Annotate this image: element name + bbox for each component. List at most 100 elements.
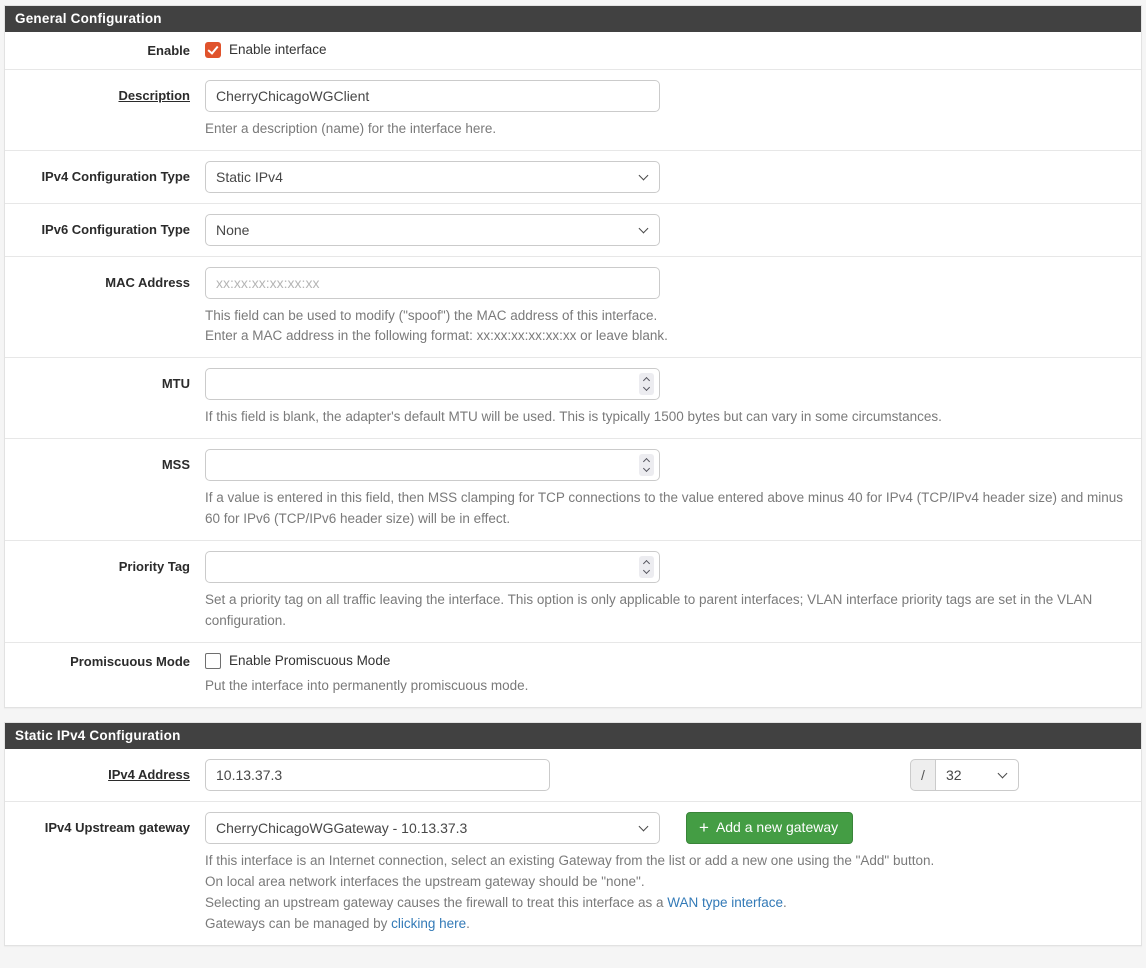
description-help-text: Enter a description (name) for the inter… <box>205 119 1131 140</box>
field-label-ipv4-upstream-gateway: IPv4 Upstream gateway <box>5 812 190 935</box>
mss-number-field <box>205 449 660 481</box>
help-line: Set a priority tag on all traffic leavin… <box>205 590 1131 632</box>
help-line: Selecting an upstream gateway causes the… <box>205 893 1131 914</box>
help-text-segment: Gateways can be managed by <box>205 916 391 931</box>
priority-tag-help-text: Set a priority tag on all traffic leavin… <box>205 590 1131 632</box>
description-input[interactable] <box>205 80 660 112</box>
panel-body: Enable Enable interface Description Enter a… <box>5 32 1141 707</box>
field-label-ipv4-configuration-type: IPv4 Configuration Type <box>5 161 190 193</box>
help-line: Enter a description (name) for the inter… <box>205 119 1131 140</box>
ipv4-upstream-gateway-help-text: If this interface is an Internet connect… <box>205 851 1131 935</box>
mask-prefix-addon: / <box>910 759 935 791</box>
help-text-segment: . <box>466 916 470 931</box>
help-text-segment: Selecting an upstream gateway causes the… <box>205 895 667 910</box>
field-content-ipv4-configuration-type: Static IPv4 <box>190 161 1131 193</box>
field-label-priority-tag: Priority Tag <box>5 551 190 632</box>
ipv4-configuration-type-dropdown-select[interactable]: Static IPv4 <box>205 161 660 193</box>
gateway-line: CherryChicagoWGGateway - 10.13.37.3 + Add … <box>205 812 1131 844</box>
field-content-ipv4-address: /32 <box>190 759 1131 791</box>
form-row-ipv4-upstream-gateway: IPv4 Upstream gateway CherryChicagoWGGate… <box>5 801 1141 945</box>
priority-tag-input[interactable] <box>205 551 660 583</box>
add-gateway-button[interactable]: + Add a new gateway <box>686 812 853 844</box>
mac-address-help-text: This field can be used to modify ("spoof… <box>205 306 1131 348</box>
help-line: This field can be used to modify ("spoof… <box>205 306 1131 327</box>
help-text-segment: . <box>783 895 787 910</box>
help-line: If this interface is an Internet connect… <box>205 851 1131 872</box>
enable-checkbox-label[interactable]: Enable interface <box>229 42 327 57</box>
ipv4-upstream-gateway-dropdown-select[interactable]: CherryChicagoWGGateway - 10.13.37.3 <box>205 812 660 844</box>
priority-tag-number-field <box>205 551 660 583</box>
help-link-clicking-here[interactable]: clicking here <box>391 916 466 931</box>
spinner-down-icon <box>643 567 650 574</box>
help-line: On local area network interfaces the ups… <box>205 872 1131 893</box>
promiscuous-mode-checkbox-label[interactable]: Enable Promiscuous Mode <box>229 653 390 668</box>
mtu-input[interactable] <box>205 368 660 400</box>
field-content-mac-address: This field can be used to modify ("spoof… <box>190 267 1131 348</box>
help-line: Put the interface into permanently promi… <box>205 676 1131 697</box>
help-line: Gateways can be managed by clicking here… <box>205 914 1131 935</box>
field-content-description: Enter a description (name) for the inter… <box>190 80 1131 140</box>
help-text-segment: On local area network interfaces the ups… <box>205 874 645 889</box>
number-spinner[interactable] <box>639 556 654 578</box>
ipv6-configuration-type-dropdown: None <box>205 214 660 246</box>
field-content-priority-tag: Set a priority tag on all traffic leavin… <box>190 551 1131 632</box>
panel-title: General Configuration <box>5 6 1141 32</box>
panel-general-configuration: General Configuration Enable Enable inter… <box>4 5 1142 708</box>
mac-address-input[interactable] <box>205 267 660 299</box>
ipv4-upstream-gateway-dropdown: CherryChicagoWGGateway - 10.13.37.3 <box>205 812 660 844</box>
form-row-description: Description Enter a description (name) fo… <box>5 69 1141 150</box>
ipv4-address-line: /32 <box>205 759 1131 791</box>
form-row-ipv4-configuration-type: IPv4 Configuration Type Static IPv4 <box>5 150 1141 203</box>
field-content-ipv4-upstream-gateway: CherryChicagoWGGateway - 10.13.37.3 + Add … <box>190 812 1131 935</box>
subnet-mask-dropdown[interactable]: 32 <box>935 759 1019 791</box>
checkbox-field-promiscuous-mode: Enable Promiscuous Mode <box>205 653 390 668</box>
enable-checkbox[interactable] <box>205 42 221 58</box>
field-content-promiscuous-mode: Enable Promiscuous Mode Put the interface… <box>190 653 1131 697</box>
help-line: If this field is blank, the adapter's de… <box>205 407 1131 428</box>
ipv4-configuration-type-dropdown: Static IPv4 <box>205 161 660 193</box>
form-row-mtu: MTU If this field is blank, the adapter's… <box>5 357 1141 438</box>
form-row-ipv4-address: IPv4 Address/32 <box>5 749 1141 801</box>
page: General Configuration Enable Enable inter… <box>0 0 1146 968</box>
help-link-wan-type-interface[interactable]: WAN type interface <box>667 895 783 910</box>
field-label-mtu: MTU <box>5 368 190 428</box>
panel-static-ipv4-configuration: Static IPv4 Configuration IPv4 Address/3… <box>4 722 1142 946</box>
field-label-mss: MSS <box>5 449 190 530</box>
spinner-down-icon <box>643 384 650 391</box>
form-row-mac-address: MAC Address This field can be used to mod… <box>5 256 1141 358</box>
field-content-enable: Enable interface <box>190 42 1131 59</box>
plus-icon: + <box>699 819 709 836</box>
form-row-priority-tag: Priority Tag Set a priority tag on all tr… <box>5 540 1141 642</box>
number-spinner[interactable] <box>639 454 654 476</box>
form-row-promiscuous-mode: Promiscuous Mode Enable Promiscuous Mode P… <box>5 642 1141 707</box>
spinner-down-icon <box>643 465 650 472</box>
field-label-enable: Enable <box>5 42 190 59</box>
add-gateway-button-label: Add a new gateway <box>716 819 838 835</box>
field-content-ipv6-configuration-type: None <box>190 214 1131 246</box>
field-label-promiscuous-mode: Promiscuous Mode <box>5 653 190 697</box>
field-content-mss: If a value is entered in this field, the… <box>190 449 1131 530</box>
mtu-number-field <box>205 368 660 400</box>
panel-body: IPv4 Address/32IPv4 Upstream gatewayCher… <box>5 749 1141 945</box>
mtu-help-text: If this field is blank, the adapter's de… <box>205 407 1131 428</box>
number-spinner[interactable] <box>639 373 654 395</box>
promiscuous-mode-checkbox[interactable] <box>205 653 221 669</box>
panel-title: Static IPv4 Configuration <box>5 723 1141 749</box>
subnet-mask-field: 32 <box>935 759 1019 791</box>
checkbox-field-enable: Enable interface <box>205 42 327 57</box>
help-line: If a value is entered in this field, the… <box>205 488 1131 530</box>
mss-input[interactable] <box>205 449 660 481</box>
field-label-description: Description <box>5 80 190 140</box>
form-row-ipv6-configuration-type: IPv6 Configuration Type None <box>5 203 1141 256</box>
ipv6-configuration-type-dropdown-select[interactable]: None <box>205 214 660 246</box>
field-label-ipv6-configuration-type: IPv6 Configuration Type <box>5 214 190 246</box>
field-label-mac-address: MAC Address <box>5 267 190 348</box>
promiscuous-mode-help-text: Put the interface into permanently promi… <box>205 676 1131 697</box>
subnet-mask-group: /32 <box>910 759 1019 791</box>
form-row-mss: MSS If a value is entered in this field, … <box>5 438 1141 540</box>
help-line: Enter a MAC address in the following for… <box>205 326 1131 347</box>
form-row-enable: Enable Enable interface <box>5 32 1141 69</box>
field-content-mtu: If this field is blank, the adapter's de… <box>190 368 1131 428</box>
ipv4-address-input[interactable] <box>205 759 550 791</box>
field-label-ipv4-address: IPv4 Address <box>5 759 190 791</box>
